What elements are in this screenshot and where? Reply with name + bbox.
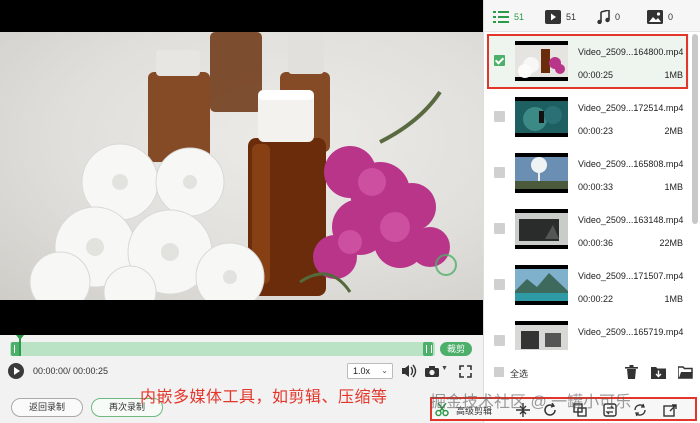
camera-icon[interactable] — [423, 362, 441, 380]
playhead[interactable] — [16, 335, 24, 356]
tab-image-count: 0 — [668, 12, 674, 22]
video-player[interactable] — [0, 0, 483, 335]
file-duration: 00:00:22 — [578, 294, 614, 304]
item-checkbox[interactable] — [494, 279, 505, 290]
item-checkbox[interactable] — [494, 335, 505, 346]
item-checkbox[interactable] — [494, 55, 505, 66]
volume-icon[interactable] — [400, 362, 418, 380]
watermark: 掘金技术社区 @ 一罐小可乐 — [430, 394, 632, 411]
video-thumbnail — [515, 153, 568, 193]
file-duration: 00:00:36 — [578, 238, 614, 248]
file-name: Video_2509...171507.mp4 — [578, 271, 684, 281]
file-size: 1MB — [664, 294, 683, 304]
tab-audio-count: 0 — [615, 12, 621, 22]
file-name: Video_2509...172514.mp4 — [578, 103, 684, 113]
select-all-row: 全选 — [484, 360, 700, 384]
media-tab-bar: 51 51 0 0 — [484, 0, 700, 32]
item-checkbox[interactable] — [494, 167, 505, 178]
file-name: Video_2509...165808.mp4 — [578, 159, 684, 169]
tab-video-count: 51 — [566, 12, 577, 22]
image-icon — [647, 10, 663, 24]
list-item[interactable]: Video_2509...172514.mp4 00:00:23 2MB — [487, 90, 689, 144]
list-item[interactable]: Video_2509...163148.mp4 00:00:36 22MB — [487, 202, 689, 256]
trim-track[interactable] — [10, 342, 435, 356]
item-checkbox[interactable] — [494, 223, 505, 234]
time-display: 00:00:00/ 00:00:25 — [33, 366, 109, 376]
file-size: 1MB — [664, 70, 683, 80]
list-icon — [493, 11, 509, 23]
video-thumbnail — [515, 41, 568, 81]
tab-image[interactable]: 0 — [647, 8, 673, 26]
video-icon — [545, 10, 561, 24]
play-button[interactable] — [8, 363, 24, 379]
video-frame[interactable] — [0, 32, 483, 300]
chevron-down-icon[interactable]: ▼ — [441, 365, 448, 372]
scrollbar[interactable] — [691, 32, 699, 350]
list-item[interactable]: Video_2509...171507.mp4 00:00:22 1MB — [487, 258, 689, 312]
video-thumbnail — [515, 97, 568, 137]
tab-video[interactable]: 51 — [545, 8, 576, 26]
reverse-icon[interactable] — [632, 402, 648, 418]
select-all-label[interactable]: 全选 — [510, 367, 528, 380]
item-checkbox[interactable] — [494, 111, 505, 122]
folder-icon[interactable] — [677, 364, 693, 380]
media-sidebar: 51 51 0 0 Video_2509...164800.mp4 00:00:… — [483, 0, 700, 423]
import-folder-icon[interactable] — [650, 364, 666, 380]
video-thumbnail — [515, 265, 568, 305]
trim-end-handle[interactable] — [423, 342, 433, 356]
speed-value: 1.0x — [353, 366, 371, 376]
list-item[interactable]: Video_2509...165808.mp4 00:00:33 1MB — [487, 146, 689, 200]
file-duration: 00:00:33 — [578, 182, 614, 192]
list-item[interactable]: Video_2509...165719.mp4 — [487, 314, 689, 350]
file-duration: 00:00:25 — [578, 70, 614, 80]
tab-audio[interactable]: 0 — [597, 8, 620, 26]
file-list: Video_2509...164800.mp4 00:00:25 1MB Vid… — [484, 32, 691, 350]
file-duration: 00:00:23 — [578, 126, 614, 136]
scroll-thumb[interactable] — [692, 34, 698, 224]
video-thumbnail — [515, 321, 568, 350]
back-to-record-button[interactable]: 返回录制 — [11, 398, 83, 417]
export-icon[interactable] — [662, 402, 678, 418]
tab-all-count: 51 — [514, 12, 525, 22]
file-name: Video_2509...163148.mp4 — [578, 215, 684, 225]
music-icon — [597, 10, 610, 24]
video-thumbnail — [515, 209, 568, 249]
file-name: Video_2509...164800.mp4 — [578, 47, 684, 57]
feature-caption: 内嵌多媒体工具，如剪辑、压缩等 — [140, 389, 388, 406]
file-size: 2MB — [664, 126, 683, 136]
fullscreen-icon[interactable] — [456, 362, 474, 380]
file-size: 22MB — [659, 238, 683, 248]
trash-icon[interactable] — [623, 364, 639, 380]
tab-all[interactable]: 51 — [493, 8, 524, 26]
chevron-down-icon: ⌄ — [381, 366, 388, 375]
list-item[interactable]: Video_2509...164800.mp4 00:00:25 1MB — [487, 34, 689, 88]
file-size: 1MB — [664, 182, 683, 192]
select-all-checkbox[interactable] — [494, 367, 504, 377]
cut-button[interactable]: 裁剪 — [440, 342, 472, 356]
speed-select[interactable]: 1.0x ⌄ — [347, 363, 393, 379]
file-name: Video_2509...165719.mp4 — [578, 327, 684, 337]
trim-bar: 裁剪 — [0, 335, 483, 359]
